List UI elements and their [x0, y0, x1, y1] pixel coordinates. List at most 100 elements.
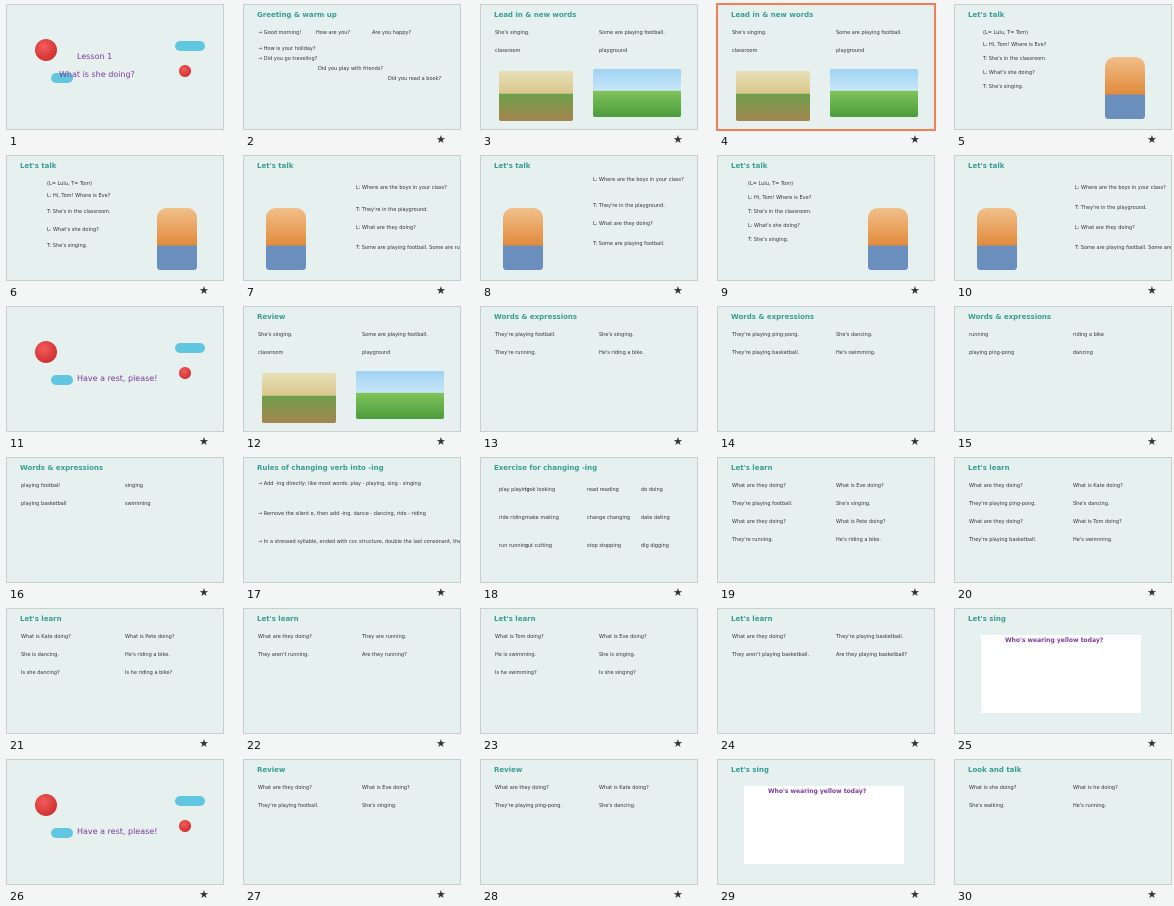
slide-text: classroom — [258, 350, 284, 356]
animation-star-icon[interactable]: ★ — [436, 133, 446, 146]
balloon-icon — [179, 65, 191, 77]
animation-star-icon[interactable]: ★ — [1147, 737, 1157, 750]
slide-cell[interactable]: Review What are they doing? What is Kate d… — [474, 755, 711, 906]
animation-star-icon[interactable]: ★ — [436, 435, 446, 448]
slide-thumbnail[interactable]: Look and talk What is she doing? What is h… — [954, 759, 1172, 885]
slide-thumbnail[interactable]: Let's learn What is Tom doing? What is Eve… — [480, 608, 698, 734]
animation-star-icon[interactable]: ★ — [910, 133, 920, 146]
animation-star-icon[interactable]: ★ — [910, 586, 920, 599]
slide-cell[interactable]: Let's talk L: Where are the boys in your … — [474, 151, 711, 302]
animation-star-icon[interactable]: ★ — [1147, 133, 1157, 146]
slide-text: L: Hi, Tom! Where is Eve? — [983, 42, 1047, 48]
slide-thumbnail[interactable]: Let's learn What are they doing? What is K… — [954, 457, 1172, 583]
animation-star-icon[interactable]: ★ — [436, 737, 446, 750]
animation-star-icon[interactable]: ★ — [1147, 586, 1157, 599]
slide-cell[interactable]: Look and talk What is she doing? What is h… — [948, 755, 1174, 906]
slide-thumbnail[interactable]: Words & expressions playing football singi… — [6, 457, 224, 583]
slide-cell[interactable]: Let's learn What are they doing? They're p… — [711, 604, 948, 755]
slide-thumbnail[interactable]: Words & expressions running riding a bike p… — [954, 306, 1172, 432]
slide-thumbnail[interactable]: Review What are they doing? What is Kate d… — [480, 759, 698, 885]
slide-thumbnail[interactable]: Lead in & new words She's singing. Some ar… — [716, 3, 936, 131]
slide-thumbnail[interactable]: Review What are they doing? What is Eve do… — [243, 759, 461, 885]
slide-number: 12 — [247, 437, 261, 450]
animation-star-icon[interactable]: ★ — [199, 888, 209, 901]
animation-star-icon[interactable]: ★ — [199, 435, 209, 448]
animation-star-icon[interactable]: ★ — [436, 888, 446, 901]
slide-cell[interactable]: Lesson 1 What is she doing? 1 — [0, 0, 237, 151]
slide-thumbnail[interactable]: Let's sing Who's wearing yellow today? — [954, 608, 1172, 734]
slide-thumbnail[interactable]: Exercise for changing -ing play playing lo… — [480, 457, 698, 583]
animation-star-icon[interactable]: ★ — [910, 888, 920, 901]
slide-cell[interactable]: Let's talk L: Where are the boys in your … — [237, 151, 474, 302]
slide-title: Let's talk — [968, 11, 1005, 19]
slide-thumbnail[interactable]: Let's learn What is Kate doing? What is Pe… — [6, 608, 224, 734]
animation-star-icon[interactable]: ★ — [673, 586, 683, 599]
slide-cell[interactable]: Exercise for changing -ing play playing lo… — [474, 453, 711, 604]
slide-cell[interactable]: Let's talk (L= Lulu, T= Tom) L: Hi, Tom! W… — [0, 151, 237, 302]
slide-cell[interactable]: Rules of changing verb into -ing → Add -i… — [237, 453, 474, 604]
animation-star-icon[interactable]: ★ — [673, 888, 683, 901]
slide-thumbnail[interactable]: Let's talk (L= Lulu, T= Tom) L: Hi, Tom! W… — [717, 155, 935, 281]
slide-thumbnail[interactable]: Let's learn What are they doing? What is E… — [717, 457, 935, 583]
slide-cell[interactable]: Have a rest, please! 26 ★ — [0, 755, 237, 906]
slide-thumbnail[interactable]: Let's talk (L= Lulu, T= Tom) L: Hi, Tom! W… — [954, 4, 1172, 130]
slide-thumbnail[interactable]: Let's learn What are they doing? They're p… — [717, 608, 935, 734]
animation-star-icon[interactable]: ★ — [910, 737, 920, 750]
slide-cell[interactable]: Let's learn What is Tom doing? What is Eve… — [474, 604, 711, 755]
slide-thumbnail[interactable]: Words & expressions They're playing footb… — [480, 306, 698, 432]
slide-thumbnail[interactable]: Greeting & warm up → Good morning! How are… — [243, 4, 461, 130]
slide-thumbnail[interactable]: Let's sing Who's wearing yellow today? — [717, 759, 935, 885]
slide-text: Are they playing basketball? — [836, 652, 907, 658]
slide-cell[interactable]: Review She's singing. Some are playing foo… — [237, 302, 474, 453]
animation-star-icon[interactable]: ★ — [1147, 888, 1157, 901]
animation-star-icon[interactable]: ★ — [910, 435, 920, 448]
slide-cell[interactable]: Words & expressions They're playing footb… — [474, 302, 711, 453]
slide-cell[interactable]: Greeting & warm up → Good morning! How are… — [237, 0, 474, 151]
slide-title: Let's talk — [731, 162, 768, 170]
animation-star-icon[interactable]: ★ — [199, 737, 209, 750]
slide-thumbnail[interactable]: Let's talk L: Where are the boys in your … — [954, 155, 1172, 281]
slide-cell[interactable]: Let's talk (L= Lulu, T= Tom) L: Hi, Tom! W… — [948, 0, 1174, 151]
slide-text: read reading — [587, 487, 619, 493]
slide-thumbnail[interactable]: Lesson 1 What is she doing? — [6, 4, 224, 130]
slide-cell[interactable]: Words & expressions playing football singi… — [0, 453, 237, 604]
slide-cell[interactable]: Let's sing Who's wearing yellow today? 29 ★ — [711, 755, 948, 906]
animation-star-icon[interactable]: ★ — [910, 284, 920, 297]
slide-thumbnail[interactable]: Words & expressions They're playing ping-… — [717, 306, 935, 432]
slide-thumbnail[interactable]: Let's learn What are they doing? They are … — [243, 608, 461, 734]
animation-star-icon[interactable]: ★ — [199, 284, 209, 297]
slide-cell[interactable]: Have a rest, please! 11 ★ — [0, 302, 237, 453]
slide-thumbnail[interactable]: Review She's singing. Some are playing foo… — [243, 306, 461, 432]
slide-thumbnail[interactable]: Have a rest, please! — [6, 759, 224, 885]
slide-cell[interactable]: Words & expressions They're playing ping-… — [711, 302, 948, 453]
slide-text: She's singing. — [732, 30, 767, 36]
slide-thumbnail[interactable]: Lead in & new words She's singing. Some ar… — [480, 4, 698, 130]
animation-star-icon[interactable]: ★ — [199, 586, 209, 599]
slide-cell[interactable]: Let's learn What are they doing? They are … — [237, 604, 474, 755]
slide-cell[interactable]: Let's talk (L= Lulu, T= Tom) L: Hi, Tom! W… — [711, 151, 948, 302]
slide-cell[interactable]: Lead in & new words She's singing. Some ar… — [474, 0, 711, 151]
animation-star-icon[interactable]: ★ — [1147, 284, 1157, 297]
animation-star-icon[interactable]: ★ — [673, 284, 683, 297]
animation-star-icon[interactable]: ★ — [673, 737, 683, 750]
slide-cell[interactable]: Let's sing Who's wearing yellow today? 25 ★ — [948, 604, 1174, 755]
slide-thumbnail[interactable]: Have a rest, please! — [6, 306, 224, 432]
animation-star-icon[interactable]: ★ — [436, 284, 446, 297]
slide-thumbnail[interactable]: Let's talk L: Where are the boys in your … — [243, 155, 461, 281]
slide-thumbnail[interactable]: Let's talk L: Where are the boys in your … — [480, 155, 698, 281]
animation-star-icon[interactable]: ★ — [1147, 435, 1157, 448]
animation-star-icon[interactable]: ★ — [436, 586, 446, 599]
slide-cell[interactable]: Words & expressions running riding a bike p… — [948, 302, 1174, 453]
animation-star-icon[interactable]: ★ — [673, 435, 683, 448]
slide-cell[interactable]: Let's learn What are they doing? What is E… — [711, 453, 948, 604]
slide-cell[interactable]: Review What are they doing? What is Eve do… — [237, 755, 474, 906]
slide-cell[interactable]: Lead in & new words She's singing. Some ar… — [711, 0, 948, 151]
animation-star-icon[interactable]: ★ — [673, 133, 683, 146]
slide-title: Lead in & new words — [731, 11, 814, 19]
slide-cell[interactable]: Let's learn What are they doing? What is K… — [948, 453, 1174, 604]
slide-text: → How is your holiday? — [258, 46, 316, 52]
slide-thumbnail[interactable]: Let's talk (L= Lulu, T= Tom) L: Hi, Tom! W… — [6, 155, 224, 281]
slide-cell[interactable]: Let's talk L: Where are the boys in your … — [948, 151, 1174, 302]
slide-thumbnail[interactable]: Rules of changing verb into -ing → Add -i… — [243, 457, 461, 583]
slide-cell[interactable]: Let's learn What is Kate doing? What is Pe… — [0, 604, 237, 755]
